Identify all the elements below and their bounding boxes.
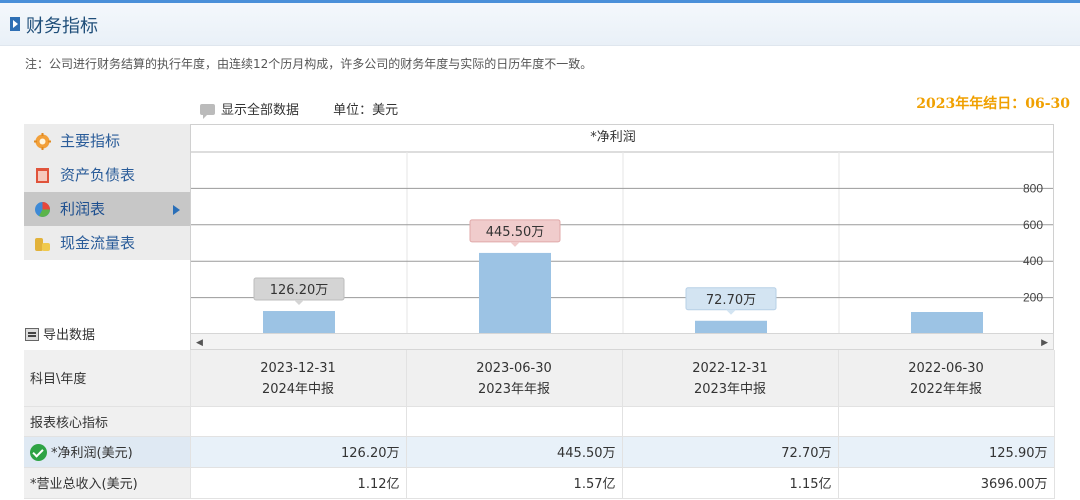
empty-cell [190, 406, 407, 437]
export-label: 导出数据 [43, 328, 96, 343]
sidebar-item-cash-flow[interactable]: 现金流量表 [24, 226, 190, 260]
column-report: 2024年中报 [261, 382, 335, 398]
data-label: 72.70万 [706, 293, 756, 308]
section-marker-icon [10, 17, 20, 31]
show-all-toggle[interactable]: 显示全部数据 [200, 103, 300, 119]
row-label: *净利润(美元) [24, 436, 191, 468]
section-row: 报表核心指标 [24, 406, 1055, 437]
export-data-button[interactable]: 导出数据 [25, 324, 95, 343]
row-label-text: *净利润(美元) [51, 446, 133, 461]
page-title: 财务指标 [26, 16, 98, 37]
column-report: 2023年年报 [477, 382, 551, 398]
financial-table: 科目\年度 2023-12-31 2024年中报 2023-06-30 2023年年… [24, 350, 1055, 499]
chart-title: *净利润 [590, 130, 636, 145]
bar [695, 320, 767, 334]
sidebar-item-label: 主要指标 [60, 132, 121, 150]
sidebar-item-label: 利润表 [60, 200, 106, 218]
fiscal-year-end: 2023年年结日：06-30 [916, 96, 1070, 112]
y-tick-label: 400 [1023, 254, 1043, 268]
coins-icon [35, 238, 50, 251]
table-cell: 1.15亿 [622, 467, 839, 499]
sidebar-item-label: 资产负债表 [60, 166, 136, 184]
chart-scrollbar[interactable]: ◀ ▶ [190, 333, 1054, 350]
active-arrow-icon [173, 205, 180, 215]
document-icon [36, 168, 49, 183]
column-date: 2022-12-31 [692, 361, 768, 377]
table-row[interactable]: *净利润(美元) 126.20万 445.50万 72.70万 125.90万 [24, 436, 1055, 468]
column-date: 2023-06-30 [476, 361, 552, 377]
table-cell: 1.57亿 [406, 467, 623, 499]
sidebar-item-income-statement[interactable]: 利润表 [24, 192, 190, 226]
checkmark-icon [30, 444, 47, 461]
sidebar-item-balance-sheet[interactable]: 资产负债表 [24, 158, 190, 192]
fiscal-note: 注：公司进行财务结算的执行年度，由连续12个历月构成，许多公司的财务年度与实际的… [25, 57, 593, 71]
table-cell: 1.12亿 [190, 467, 407, 499]
chart-controls: 显示全部数据 单位：美元 [200, 99, 399, 119]
column-date: 2023-12-31 [260, 361, 336, 377]
row-label: *营业总收入(美元) [24, 467, 191, 499]
unit-label: 单位：美元 [333, 103, 399, 118]
column-header: 2022-06-30 2022年年报 [838, 350, 1055, 407]
export-icon [25, 328, 39, 341]
y-tick-label: 800 [1023, 181, 1043, 195]
table-cell: 72.70万 [622, 436, 839, 468]
data-label: 126.20万 [270, 283, 329, 298]
pie-chart-icon [35, 202, 50, 217]
column-report: 2022年年报 [909, 382, 983, 398]
net-profit-chart: 200 400 600 800 *净利润 126.20万 445.50万 72.70万 [190, 124, 1054, 350]
sidebar-item-label: 现金流量表 [60, 234, 136, 252]
gear-icon [34, 133, 51, 150]
scroll-right-icon[interactable]: ▶ [1041, 338, 1048, 348]
chart-svg: 200 400 600 800 *净利润 126.20万 445.50万 72.70万 [191, 130, 1053, 334]
show-all-label: 显示全部数据 [221, 103, 300, 118]
table-cell: 3696.00万 [838, 467, 1055, 499]
column-report: 2023年中报 [693, 382, 767, 398]
data-label-pointer [510, 241, 520, 247]
data-label-pointer [294, 300, 304, 306]
column-date: 2022-06-30 [908, 361, 984, 377]
table-header-row: 科目\年度 2023-12-31 2024年中报 2023-06-30 2023年年… [24, 350, 1055, 407]
empty-cell [406, 406, 623, 437]
y-tick-label: 200 [1023, 291, 1043, 305]
sidebar: 主要指标 资产负债表 利润表 现金流量表 [24, 124, 190, 260]
section-label: 报表核心指标 [24, 406, 191, 437]
table-cell: 445.50万 [406, 436, 623, 468]
data-label: 445.50万 [486, 225, 545, 240]
bar [911, 312, 983, 334]
comment-icon [200, 104, 215, 119]
empty-cell [622, 406, 839, 437]
sidebar-item-main-indicators[interactable]: 主要指标 [24, 124, 190, 158]
bar [479, 252, 551, 334]
table-cell: 126.20万 [190, 436, 407, 468]
corner-label: 科目\年度 [24, 350, 191, 407]
section-header: 财务指标 [0, 0, 1080, 46]
data-label-pointer [726, 309, 736, 315]
column-header: 2023-12-31 2024年中报 [190, 350, 407, 407]
y-tick-label: 600 [1023, 218, 1043, 232]
empty-cell [838, 406, 1055, 437]
scroll-left-icon[interactable]: ◀ [196, 338, 203, 348]
table-cell: 125.90万 [838, 436, 1055, 468]
column-header: 2023-06-30 2023年年报 [406, 350, 623, 407]
table-row[interactable]: *营业总收入(美元) 1.12亿 1.57亿 1.15亿 3696.00万 [24, 467, 1055, 499]
column-header: 2022-12-31 2023年中报 [622, 350, 839, 407]
bar [263, 311, 335, 334]
